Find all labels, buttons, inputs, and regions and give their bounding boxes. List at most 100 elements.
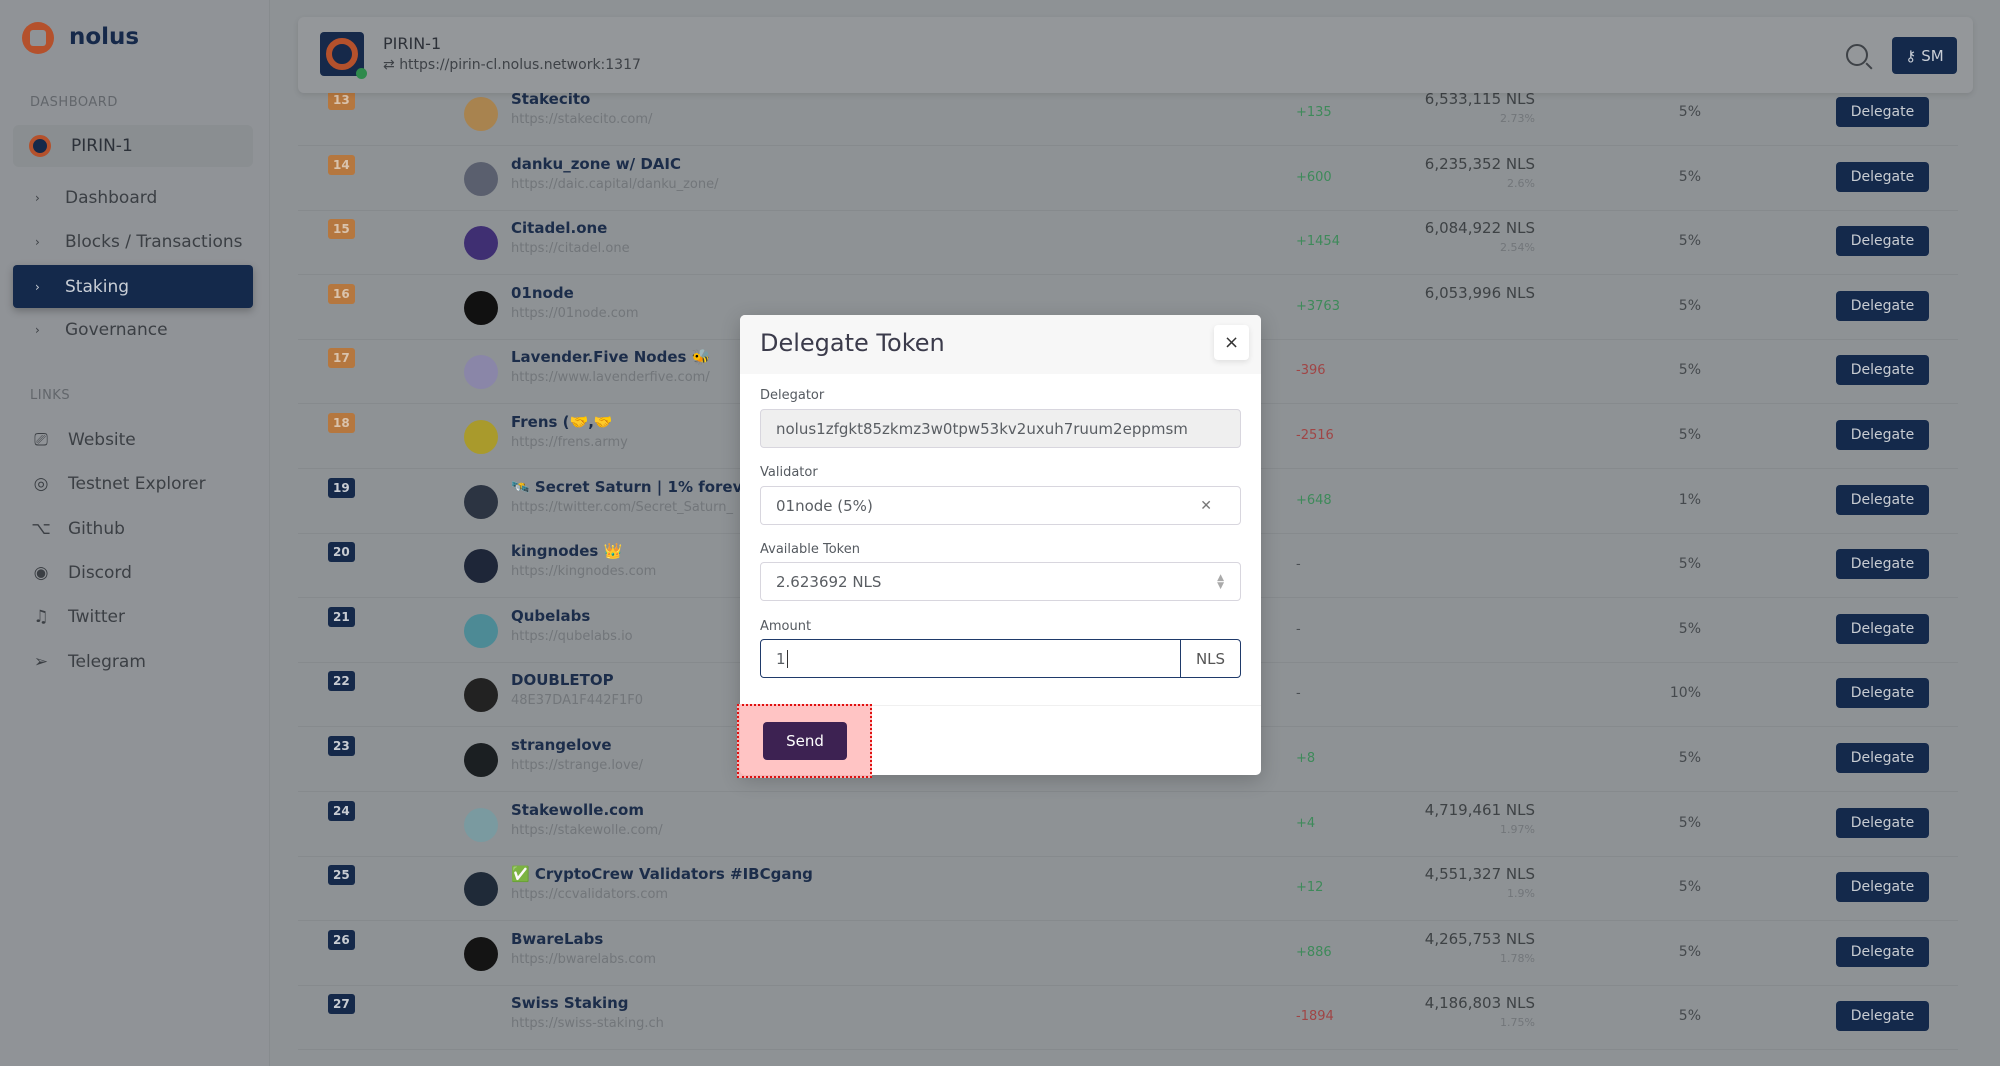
validator-url[interactable]: 48E37DA1F442F1F0 xyxy=(511,693,643,708)
sidebar-item-governance[interactable]: › Governance xyxy=(13,308,253,351)
link-label: Website xyxy=(68,430,136,450)
delegate-button[interactable]: Delegate xyxy=(1836,807,1929,838)
delegate-button[interactable]: Delegate xyxy=(1836,484,1929,515)
commission: 5% xyxy=(1678,620,1701,637)
power-change: - xyxy=(1296,621,1301,637)
voting-power-share: 2.6% xyxy=(1507,176,1535,190)
send-icon: ➢ xyxy=(33,651,49,672)
link-github[interactable]: ⌥ Github xyxy=(28,518,125,540)
delegate-button[interactable]: Delegate xyxy=(1836,97,1929,127)
link-discord[interactable]: ◉ Discord xyxy=(28,562,132,584)
validator-url[interactable]: https://twitter.com/Secret_Saturn_ xyxy=(511,500,733,515)
validator-url[interactable]: https://frens.army xyxy=(511,435,628,450)
validator-name[interactable]: ✅ CryptoCrew Validators #IBCgang xyxy=(511,865,813,883)
voting-power: 4,186,803 NLS xyxy=(1424,994,1535,1013)
delegate-button[interactable]: Delegate xyxy=(1836,1001,1929,1032)
validator-url[interactable]: https://bwarelabs.com xyxy=(511,952,656,967)
commission: 10% xyxy=(1669,685,1701,702)
validator-name[interactable]: 01node xyxy=(511,284,574,302)
wallet-button[interactable]: ⚷ SM xyxy=(1892,37,1957,74)
delegate-button[interactable]: Delegate xyxy=(1836,549,1929,580)
validator-url[interactable]: https://kingnodes.com xyxy=(511,564,656,579)
delegate-button[interactable]: Delegate xyxy=(1836,678,1929,709)
validator-name[interactable]: DOUBLETOP xyxy=(511,671,614,689)
delegate-button[interactable]: Delegate xyxy=(1836,420,1929,450)
modal-header: Delegate Token × xyxy=(740,315,1261,374)
validator-name[interactable]: BwareLabs xyxy=(511,930,603,948)
rank-badge: 23 xyxy=(328,736,355,756)
link-twitter[interactable]: ♫ Twitter xyxy=(28,606,125,628)
validator-avatar xyxy=(464,807,498,842)
validator-name[interactable]: Qubelabs xyxy=(511,607,590,625)
available-token-select[interactable]: 2.623692 NLS ▲ ▼ xyxy=(760,562,1241,601)
delegate-button[interactable]: Delegate xyxy=(1836,355,1929,386)
clear-icon[interactable]: ✕ xyxy=(1200,498,1212,514)
table-row: 24 Stakewolle.com https://stakewolle.com… xyxy=(298,793,1958,857)
validator-url[interactable]: https://stakewolle.com/ xyxy=(511,823,663,838)
delegate-button[interactable]: Delegate xyxy=(1836,936,1929,967)
delegate-button[interactable]: Delegate xyxy=(1836,613,1929,644)
commission: 5% xyxy=(1678,814,1701,831)
delegate-button[interactable]: Delegate xyxy=(1836,743,1929,773)
chain-logo-icon xyxy=(320,32,367,79)
validator-url[interactable]: https://01node.com xyxy=(511,306,638,321)
validator-url[interactable]: https://daic.capital/danku_zone/ xyxy=(511,177,718,192)
validator-avatar xyxy=(464,743,498,777)
amount-input[interactable]: 1 NLS xyxy=(760,639,1241,678)
rank-badge: 13 xyxy=(328,90,355,110)
power-change: - xyxy=(1296,686,1301,702)
validator-url[interactable]: https://qubelabs.io xyxy=(511,629,633,644)
validator-name[interactable]: 🛰️ Secret Saturn | 1% forever xyxy=(511,478,760,496)
sidebar-item-blocks-transactions[interactable]: › Blocks / Transactions xyxy=(13,220,253,263)
link-testnet-explorer[interactable]: ◎ Testnet Explorer xyxy=(28,473,206,495)
validator-avatar xyxy=(464,161,498,196)
validator-avatar xyxy=(464,613,498,648)
validator-url[interactable]: https://ccvalidators.com xyxy=(511,887,668,902)
link-website[interactable]: ⎚ Website xyxy=(28,429,136,451)
voting-power-share: 1.97% xyxy=(1500,822,1535,836)
sidebar-item-dashboard[interactable]: › Dashboard xyxy=(13,176,253,219)
sidebar: nolus DASHBOARD PIRIN-1 › Dashboard › Block… xyxy=(0,0,270,1066)
delegate-button[interactable]: Delegate xyxy=(1836,872,1929,903)
voting-power-share: 2.73% xyxy=(1500,112,1535,125)
validator-url[interactable]: https://stakecito.com/ xyxy=(511,112,652,127)
nolus-logo-icon xyxy=(22,22,54,54)
voting-power: 6,084,922 NLS xyxy=(1424,219,1535,238)
power-change: +3763 xyxy=(1296,298,1340,314)
validator-name[interactable]: Stakewolle.com xyxy=(511,801,644,819)
header-endpoint[interactable]: ⇄ https://pirin-cl.nolus.network:1317 xyxy=(383,57,641,73)
validator-name[interactable]: Swiss Staking xyxy=(511,994,629,1012)
validator-url[interactable]: https://swiss-staking.ch xyxy=(511,1016,664,1031)
validator-avatar xyxy=(464,290,498,325)
validator-name[interactable]: Citadel.one xyxy=(511,219,607,237)
validator-name[interactable]: Lavender.Five Nodes 🐝 xyxy=(511,348,710,366)
validator-url[interactable]: https://citadel.one xyxy=(511,241,630,256)
rank-badge: 20 xyxy=(328,542,355,563)
delegator-field[interactable]: nolus1zfgkt85zkmz3w0tpw53kv2uxuh7ruum2ep… xyxy=(760,409,1241,448)
voting-power: 6,053,996 NLS xyxy=(1424,283,1535,302)
link-telegram[interactable]: ➢ Telegram xyxy=(28,651,146,673)
amount-unit: NLS xyxy=(1180,640,1240,677)
chain-selector[interactable]: PIRIN-1 xyxy=(13,125,253,167)
power-change: -396 xyxy=(1296,363,1326,379)
validator-name[interactable]: kingnodes 👑 xyxy=(511,542,622,560)
commission: 5% xyxy=(1678,556,1701,573)
validator-select[interactable]: 01node (5%) ✕ xyxy=(760,486,1241,525)
close-button[interactable]: × xyxy=(1214,325,1249,360)
delegate-button[interactable]: Delegate xyxy=(1836,226,1929,257)
commission: 5% xyxy=(1678,362,1701,379)
rank-badge: 26 xyxy=(328,929,355,950)
refresh-icon: ⇄ xyxy=(383,57,400,73)
sidebar-item-staking[interactable]: › Staking xyxy=(13,265,253,308)
delegate-button[interactable]: Delegate xyxy=(1836,161,1929,192)
validator-name[interactable]: danku_zone w/ DAIC xyxy=(511,155,681,173)
search-icon[interactable] xyxy=(1846,44,1868,66)
validator-avatar xyxy=(464,549,498,584)
validator-name[interactable]: Frens (🤝,🤝 xyxy=(511,413,613,431)
voting-power: 6,235,352 NLS xyxy=(1424,154,1535,173)
validator-url[interactable]: https://strange.love/ xyxy=(511,758,643,773)
send-button[interactable]: Send xyxy=(763,722,847,760)
validator-name[interactable]: strangelove xyxy=(511,736,612,754)
delegate-button[interactable]: Delegate xyxy=(1836,290,1929,321)
validator-url[interactable]: https://www.lavenderfive.com/ xyxy=(511,370,710,385)
